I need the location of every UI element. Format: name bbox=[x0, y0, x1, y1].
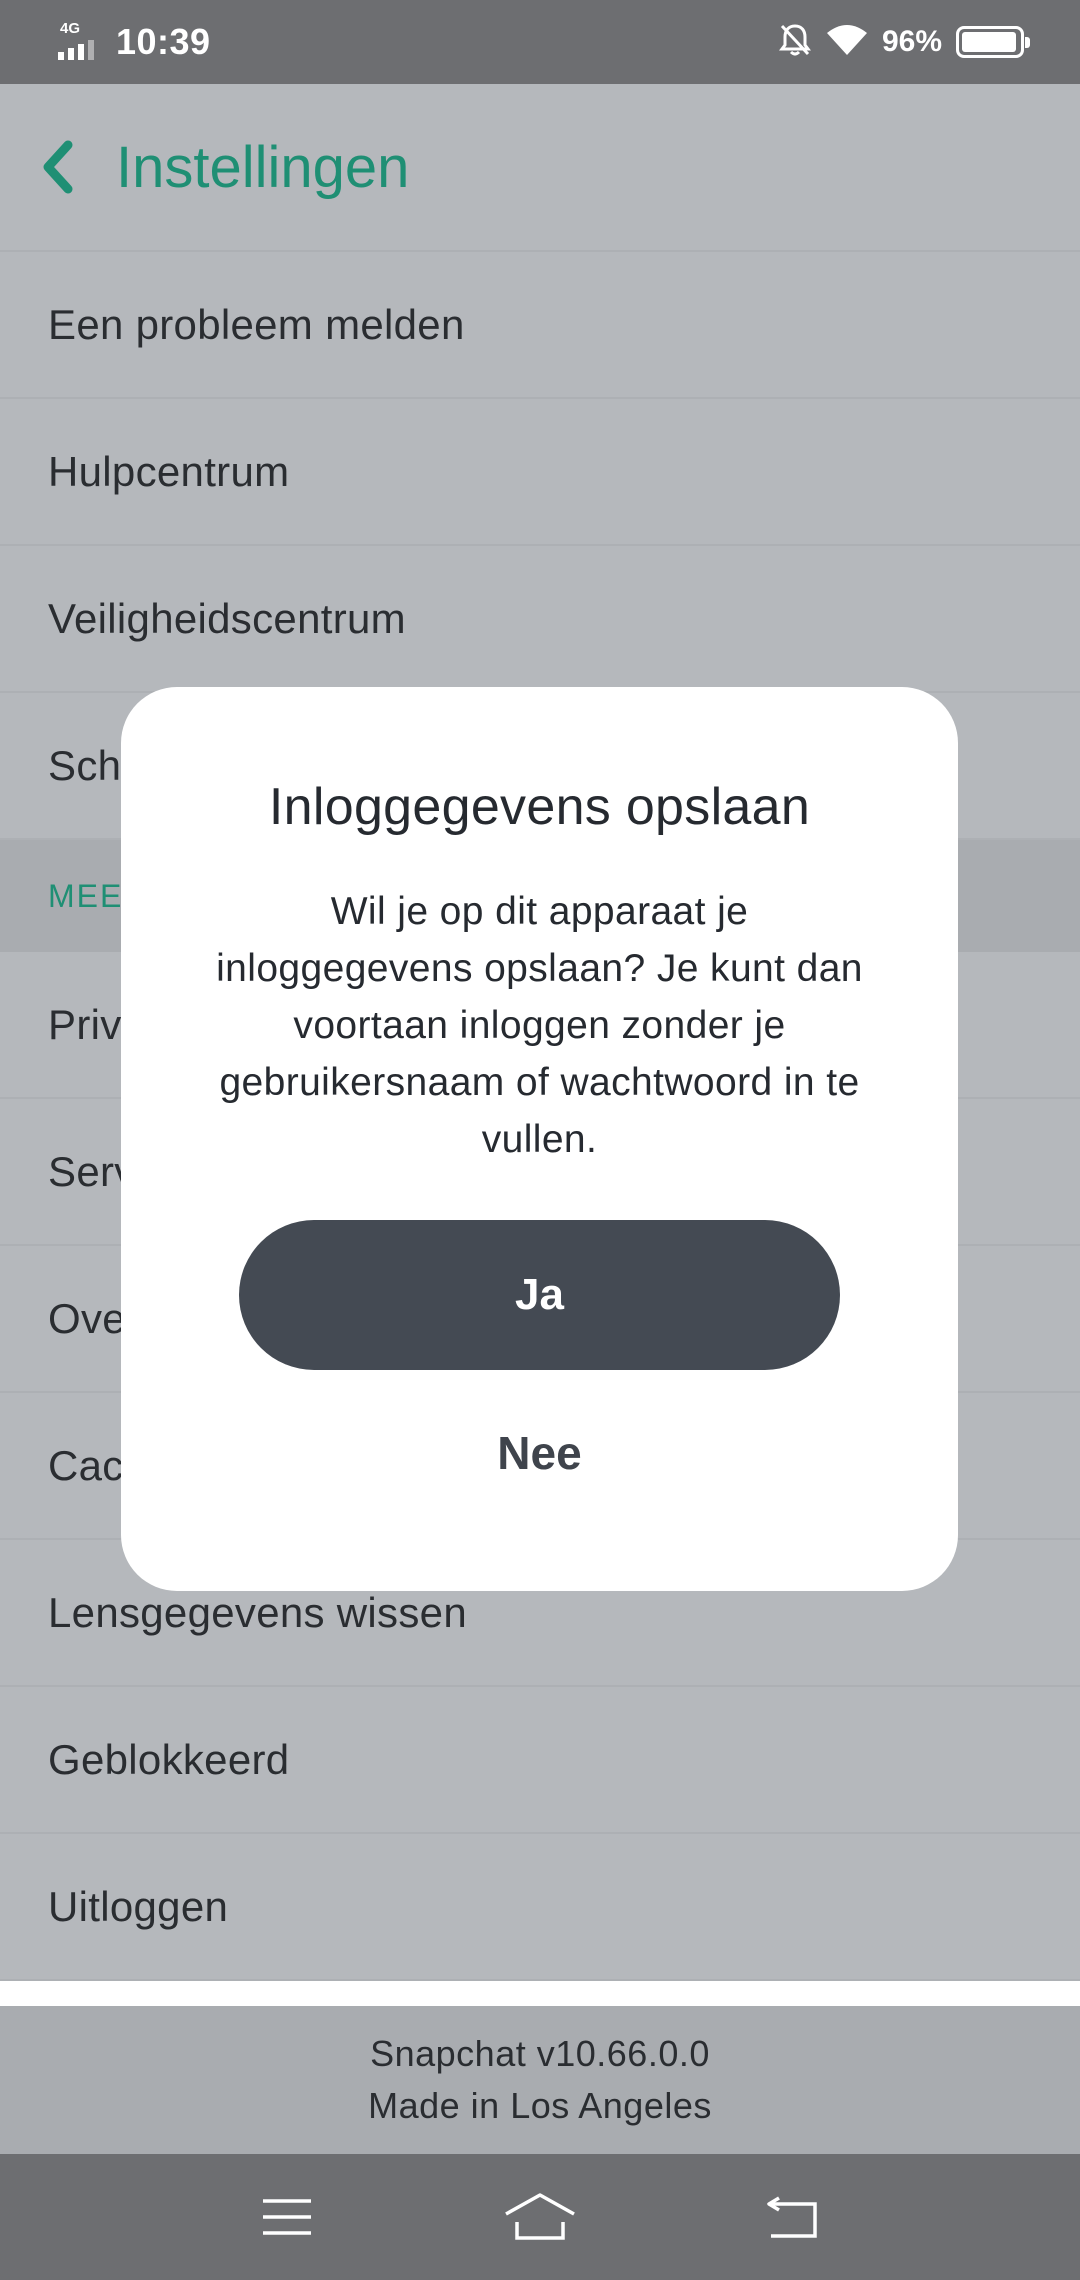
chevron-left-icon bbox=[43, 140, 73, 194]
app-footer: Snapchat v10.66.0.0 Made in Los Angeles bbox=[0, 2006, 1080, 2154]
page-title: Instellingen bbox=[116, 134, 410, 200]
network-type: 4G bbox=[60, 20, 81, 37]
version-label: Snapchat v10.66.0.0 bbox=[370, 2033, 710, 2074]
no-button[interactable]: Nee bbox=[339, 1393, 740, 1513]
back-icon bbox=[767, 2196, 818, 2238]
signal-icon: 4G bbox=[58, 20, 102, 62]
home-icon bbox=[505, 2193, 575, 2240]
settings-row-logout[interactable]: Uitloggen bbox=[0, 1834, 1080, 1981]
settings-row-safety-center[interactable]: Veiligheidscentrum bbox=[0, 546, 1080, 693]
dialog-title: Inloggegevens opslaan bbox=[268, 778, 811, 836]
menu-icon bbox=[262, 2199, 311, 2235]
battery-percent: 96% bbox=[881, 25, 942, 58]
back-button[interactable] bbox=[40, 137, 80, 197]
made-in-label: Made in Los Angeles bbox=[368, 2085, 712, 2126]
navigation-bar bbox=[0, 2154, 1080, 2280]
home-button[interactable] bbox=[500, 2187, 580, 2247]
yes-button[interactable]: Ja bbox=[239, 1220, 840, 1370]
battery-icon bbox=[956, 26, 1030, 58]
settings-row-blocked[interactable]: Geblokkeerd bbox=[0, 1687, 1080, 1834]
status-bar: 4G 10:39 96% bbox=[0, 0, 1080, 84]
save-login-dialog: Inloggegevens opslaan Wil je op dit appa… bbox=[121, 687, 958, 1591]
app-header: Instellingen bbox=[0, 84, 1080, 252]
system-back-button[interactable] bbox=[753, 2187, 833, 2247]
dialog-message: Wil je op dit apparaat je inloggegevens … bbox=[216, 890, 863, 1161]
bell-off-icon bbox=[778, 22, 812, 63]
settings-row-help-center[interactable]: Hulpcentrum bbox=[0, 399, 1080, 546]
status-left: 4G 10:39 bbox=[58, 20, 211, 63]
clock: 10:39 bbox=[116, 21, 211, 62]
status-right: 96% bbox=[778, 22, 1030, 63]
settings-row-report-problem[interactable]: Een probleem melden bbox=[0, 252, 1080, 399]
menu-button[interactable] bbox=[247, 2187, 327, 2247]
wifi-icon bbox=[826, 23, 868, 62]
